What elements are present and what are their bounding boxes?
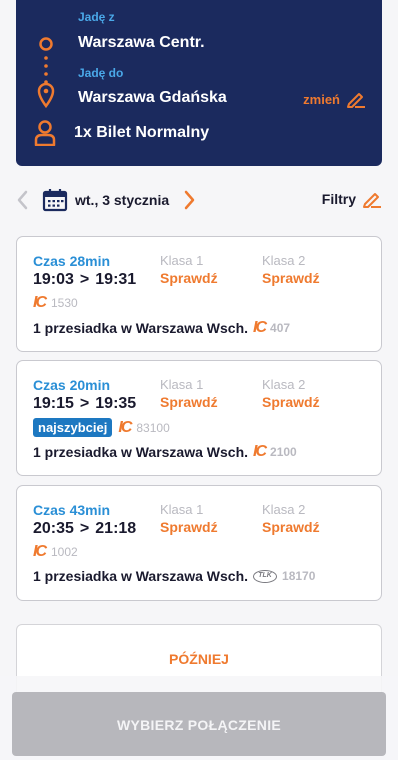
train-number: 2100 xyxy=(270,445,297,459)
date-bar: wt., 3 stycznia Filtry xyxy=(16,186,382,216)
class1-label: Klasa 1 xyxy=(160,253,204,268)
from-station[interactable]: Warszawa Centr. xyxy=(78,34,205,52)
arrive-time: 19:35 xyxy=(95,395,137,412)
calendar-icon[interactable] xyxy=(42,188,68,212)
ic-carrier-icon: IC xyxy=(118,418,132,436)
filters-button[interactable]: Filtry xyxy=(322,190,382,208)
connection-card[interactable]: Czas 20min 19:15 > 19:35 Klasa 1 Sprawdź… xyxy=(16,360,382,476)
connection-card[interactable]: Czas 28min 19:03 > 19:31 Klasa 1 Sprawdź… xyxy=(16,236,382,352)
later-label: PÓŹNIEJ xyxy=(169,651,229,667)
train-info: najszybciej IC 83100 xyxy=(33,418,170,437)
train-number: 407 xyxy=(270,321,291,335)
fastest-badge: najszybciej xyxy=(33,418,113,437)
person-icon xyxy=(34,120,56,146)
chevron-right-icon[interactable] xyxy=(184,190,196,210)
chevron-left-icon[interactable] xyxy=(16,190,28,210)
connection-card[interactable]: Czas 43min 20:35 > 21:18 Klasa 1 Sprawdź… xyxy=(16,485,382,601)
duration-label: Czas 28min xyxy=(33,253,111,269)
depart-time: 19:15 xyxy=(33,395,74,412)
depart-time: 19:03 xyxy=(33,271,74,288)
class1-label: Klasa 1 xyxy=(160,502,204,517)
class1-label: Klasa 1 xyxy=(160,377,204,392)
transfer-text: 1 przesiadka w Warszawa Wsch. xyxy=(33,444,249,460)
train-info: IC 1002 xyxy=(33,543,78,561)
choose-label: WYBIERZ POŁĄCZENIE xyxy=(116,717,282,733)
arrive-time: 19:31 xyxy=(95,271,137,288)
ic-carrier-icon: IC xyxy=(33,294,47,311)
to-station[interactable]: Warszawa Gdańska xyxy=(78,89,227,107)
train-number: 18170 xyxy=(282,569,316,583)
class2-label: Klasa 2 xyxy=(262,377,306,392)
class2-label: Klasa 2 xyxy=(262,502,306,517)
class2-label: Klasa 2 xyxy=(262,253,306,268)
class2-check-button[interactable]: Sprawdź xyxy=(262,394,320,410)
duration-label: Czas 43min xyxy=(33,502,111,518)
change-route-button[interactable]: zmień xyxy=(303,90,366,108)
times: 19:03 > 19:31 xyxy=(33,271,136,289)
train-number: 83100 xyxy=(136,420,170,435)
tlk-carrier-icon: TLK xyxy=(253,569,278,583)
filters-label: Filtry xyxy=(321,191,356,207)
ticket-selector[interactable]: 1x Bilet Normalny xyxy=(34,120,209,146)
transfer-text: 1 przesiadka w Warszawa Wsch. xyxy=(33,320,249,336)
transfer-info: 1 przesiadka w Warszawa Wsch. IC 407 xyxy=(33,319,290,337)
depart-time: 20:35 xyxy=(33,520,74,537)
ic-carrier-icon: IC xyxy=(253,443,267,460)
class1-check-button[interactable]: Sprawdź xyxy=(160,519,218,535)
transfer-info: 1 przesiadka w Warszawa Wsch. IC 2100 xyxy=(33,443,297,461)
train-number: 1530 xyxy=(51,296,78,310)
class2-check-button[interactable]: Sprawdź xyxy=(262,519,320,535)
choose-connection-button[interactable]: WYBIERZ POŁĄCZENIE xyxy=(12,692,386,756)
class2-check-button[interactable]: Sprawdź xyxy=(262,270,320,286)
duration-label: Czas 20min xyxy=(33,377,111,393)
pencil-icon xyxy=(363,193,381,208)
arrive-time: 21:18 xyxy=(95,520,137,537)
pencil-icon xyxy=(347,93,365,108)
change-label: zmień xyxy=(303,91,340,107)
ticket-label: 1x Bilet Normalny xyxy=(74,124,210,141)
train-info: IC 1530 xyxy=(33,294,78,312)
times: 20:35 > 21:18 xyxy=(33,520,136,538)
to-label: Jadę do xyxy=(78,66,124,80)
arrow-icon: > xyxy=(79,395,90,412)
transfer-info: 1 przesiadka w Warszawa Wsch. TLK 18170 xyxy=(33,568,315,584)
train-number: 1002 xyxy=(51,545,78,559)
class1-check-button[interactable]: Sprawdź xyxy=(160,394,218,410)
ic-carrier-icon: IC xyxy=(33,543,47,560)
ic-carrier-icon: IC xyxy=(253,319,267,336)
selected-date[interactable]: wt., 3 stycznia xyxy=(75,192,169,208)
route-dots-pin-icon xyxy=(37,37,55,109)
times: 19:15 > 19:35 xyxy=(33,395,136,413)
from-label: Jadę z xyxy=(78,10,115,24)
journey-header: Jadę z Warszawa Centr. Jadę do Warszawa … xyxy=(16,0,382,166)
arrow-icon: > xyxy=(79,520,90,537)
class1-check-button[interactable]: Sprawdź xyxy=(160,270,218,286)
transfer-text: 1 przesiadka w Warszawa Wsch. xyxy=(33,568,249,584)
arrow-icon: > xyxy=(79,271,90,288)
